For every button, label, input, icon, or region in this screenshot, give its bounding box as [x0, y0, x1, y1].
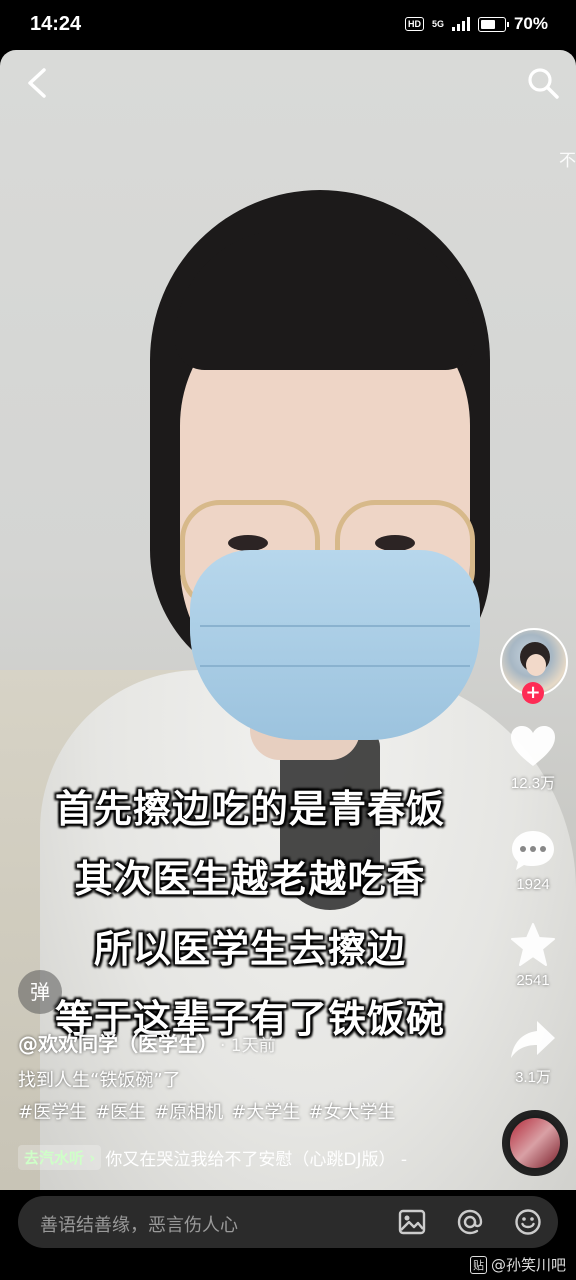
- subtitle-line: 其次医生越老越吃香: [74, 857, 426, 901]
- at-mention-icon[interactable]: [456, 1208, 484, 1236]
- song-title[interactable]: 你又在哭泣我给不了安慰（心跳DJ版） -: [105, 1145, 407, 1170]
- status-bar: 14:24 HD 5G 70%: [0, 0, 576, 50]
- battery-icon: [477, 16, 509, 32]
- qishui-listen-button[interactable]: 去汽水听 ›: [18, 1144, 102, 1170]
- post-time: · 1天前: [220, 1036, 276, 1056]
- screen: 14:24 HD 5G 70% 不 首先擦边吃的是青春饭 其次医生越老越吃香 所…: [0, 0, 576, 1280]
- hashtag[interactable]: #女大学生: [308, 1102, 395, 1123]
- author-name[interactable]: @欢欢同学（医学生）: [18, 1032, 208, 1056]
- side-hint-text: 不: [559, 151, 576, 171]
- mask-fold: [200, 625, 470, 627]
- follow-button[interactable]: +: [522, 682, 544, 704]
- hashtag-list: #医学生 #医生 #原相机 #大学生 #女大学生: [18, 1098, 403, 1124]
- watermark-text: @孙笑川吧: [490, 1256, 566, 1274]
- favorite-button[interactable]: 2541: [490, 922, 576, 989]
- status-icons: HD 5G 70%: [404, 14, 548, 34]
- music-row: 去汽水听 › 你又在哭泣我给不了安慰（心跳DJ版） -: [18, 1142, 407, 1172]
- video-description: 找到人生“铁饭碗”了: [18, 1070, 181, 1091]
- image-icon[interactable]: [398, 1208, 426, 1236]
- hashtag[interactable]: #大学生: [231, 1102, 300, 1123]
- qishui-listen-label: 去汽水听: [24, 1148, 85, 1167]
- face-mask: [190, 550, 480, 740]
- heart-icon: [511, 726, 555, 766]
- share-count: 3.1万: [515, 1069, 551, 1086]
- status-time: 14:24: [30, 13, 82, 35]
- comment-placeholder: 善语结善缘，恶言伤人心: [40, 1215, 238, 1236]
- share-button[interactable]: 3.1万: [490, 1018, 576, 1087]
- like-count: 12.3万: [510, 775, 556, 792]
- signal-icon: [451, 17, 470, 31]
- star-icon: [511, 923, 555, 966]
- danmu-toggle-button[interactable]: 弹: [18, 970, 62, 1014]
- battery-percent: 70%: [513, 14, 548, 33]
- comment-button[interactable]: 1924: [490, 828, 576, 893]
- video-person-bangs: [175, 230, 475, 370]
- favorite-count: 2541: [516, 972, 550, 989]
- hd-icon: HD: [404, 17, 424, 31]
- comment-input-bar[interactable]: 善语结善缘，恶言伤人心: [18, 1196, 558, 1248]
- network-type: 5G: [431, 18, 444, 29]
- comment-count: 1924: [516, 876, 550, 893]
- mask-fold: [200, 665, 470, 667]
- author-row: @欢欢同学（医学生） · 1天前: [18, 1028, 276, 1057]
- back-arrow-icon[interactable]: [24, 66, 50, 100]
- like-button[interactable]: 12.3万: [490, 724, 576, 793]
- hashtag[interactable]: #医学生: [18, 1102, 87, 1123]
- emoji-icon[interactable]: [514, 1208, 542, 1236]
- watermark-badge: 贴: [469, 1255, 487, 1274]
- share-arrow-icon: [511, 1021, 555, 1058]
- watermark: 贴 @孙笑川吧: [469, 1254, 566, 1275]
- hashtag[interactable]: #原相机: [154, 1102, 223, 1123]
- subtitle-line: 所以医学生去擦边: [93, 927, 406, 971]
- top-navigation: [0, 50, 576, 120]
- hashtag[interactable]: #医生: [95, 1102, 146, 1123]
- subtitle-line: 首先擦边吃的是青春饭: [54, 787, 445, 831]
- search-icon[interactable]: [526, 66, 560, 100]
- music-disc[interactable]: [502, 1110, 568, 1176]
- comment-icon: [512, 831, 554, 870]
